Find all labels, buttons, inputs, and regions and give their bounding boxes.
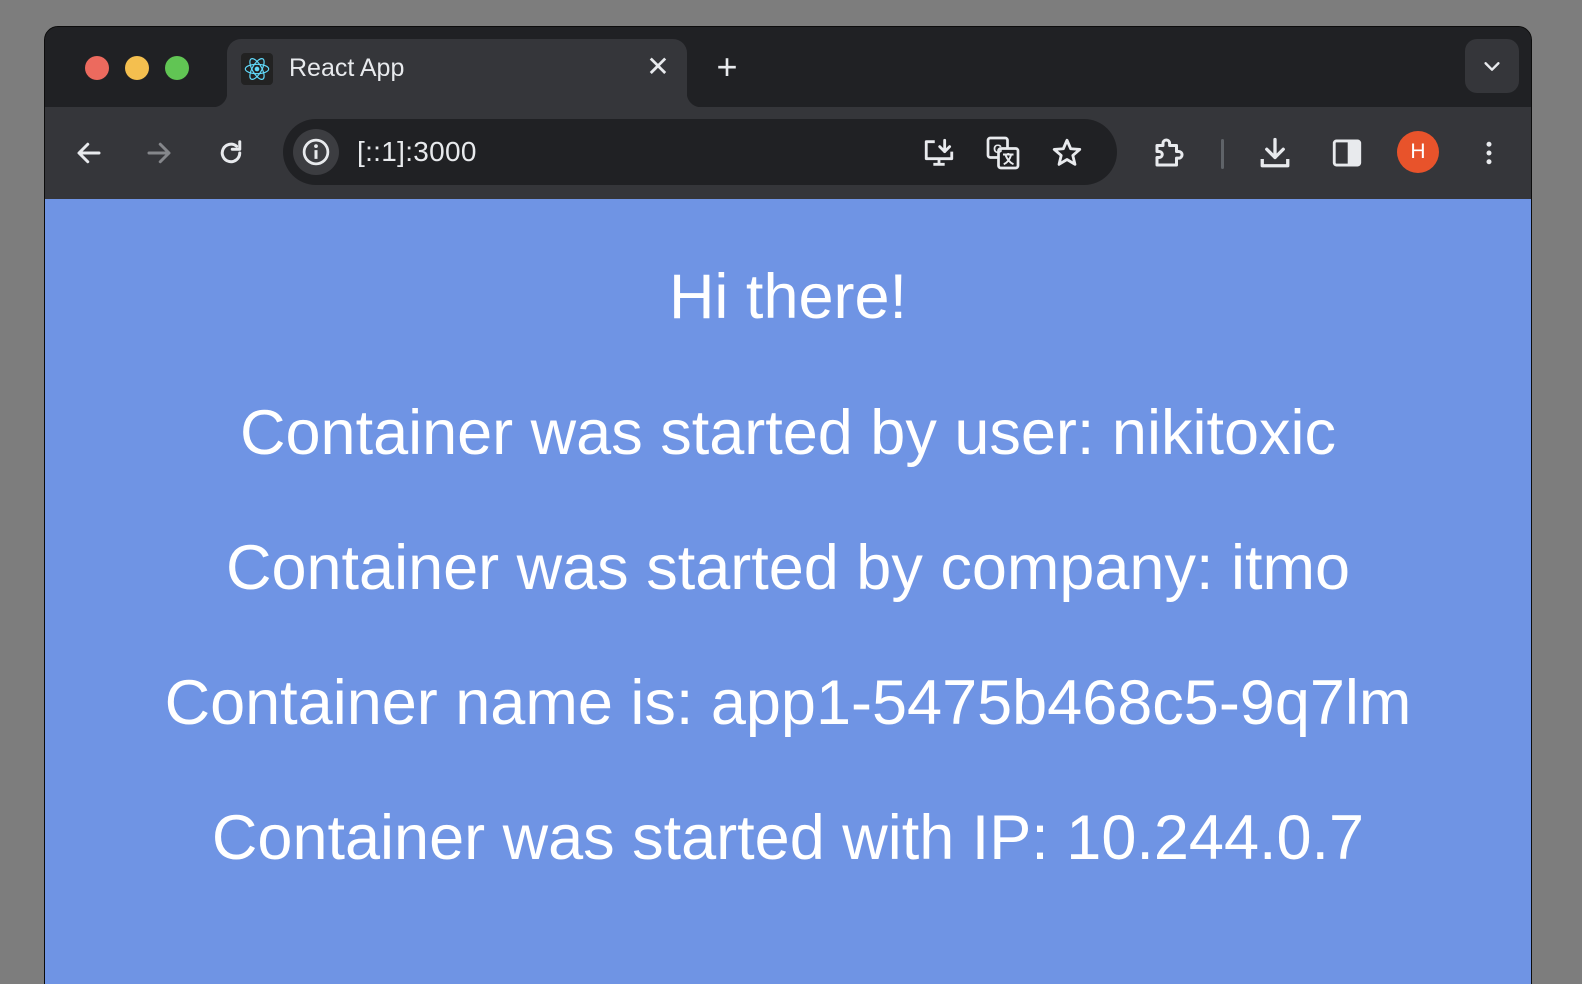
translate-button[interactable]: G: [983, 133, 1023, 173]
container-name-text: Container name is: app1-5475b468c5-9q7lm: [164, 668, 1412, 738]
download-icon: [1260, 137, 1290, 168]
close-window-button[interactable]: [85, 56, 109, 80]
tab-search-button[interactable]: [1465, 39, 1519, 93]
svg-text:G: G: [993, 142, 1002, 156]
translate-icon: G: [986, 136, 1020, 170]
company-info-text: Container was started by company: itmo: [225, 533, 1350, 603]
site-info-button[interactable]: [293, 129, 339, 175]
chevron-down-icon: [1484, 62, 1500, 71]
toolbar-divider: [1221, 139, 1224, 169]
profile-avatar[interactable]: H: [1397, 131, 1439, 173]
side-panel-icon: [1332, 139, 1362, 167]
container-ip-text: Container was started with IP: 10.244.0.…: [211, 803, 1365, 873]
tab-react-app[interactable]: React App ✕: [213, 39, 701, 107]
react-logo-icon: [241, 53, 273, 85]
minimize-window-button[interactable]: [125, 56, 149, 80]
extensions-button[interactable]: [1149, 133, 1189, 173]
browser-window: React App ✕ + [::1]:3000 G H Hi there! C…: [44, 26, 1532, 984]
menu-button[interactable]: [1469, 133, 1509, 173]
star-icon: [1052, 138, 1082, 166]
page-content: Hi there! Container was started by user:…: [45, 199, 1531, 984]
puzzle-piece-icon: [1155, 138, 1184, 167]
forward-arrow-icon: [147, 142, 171, 164]
reload-button[interactable]: [211, 133, 251, 173]
reload-icon: [220, 140, 242, 164]
install-app-button[interactable]: [919, 133, 959, 173]
toolbar: [::1]:3000 G H: [45, 107, 1531, 199]
info-icon: [302, 138, 330, 166]
back-arrow-icon: [77, 142, 101, 164]
new-tab-button[interactable]: +: [709, 47, 745, 87]
zoom-window-button[interactable]: [165, 56, 189, 80]
tab-title: React App: [289, 54, 405, 82]
back-button[interactable]: [69, 133, 109, 173]
install-app-icon: [924, 138, 954, 166]
tab-strip: React App ✕ +: [45, 27, 1531, 107]
downloads-button[interactable]: [1255, 133, 1295, 173]
bookmark-button[interactable]: [1047, 133, 1087, 173]
url-text[interactable]: [::1]:3000: [357, 136, 477, 168]
greeting-text: Hi there!: [668, 262, 908, 332]
user-info-text: Container was started by user: nikitoxic: [240, 398, 1336, 468]
address-bar[interactable]: [::1]:3000 G: [283, 119, 1117, 185]
side-panel-button[interactable]: [1327, 133, 1367, 173]
forward-button[interactable]: [139, 133, 179, 173]
more-vert-icon: [1486, 141, 1492, 165]
tab-close-icon[interactable]: ✕: [643, 51, 673, 83]
